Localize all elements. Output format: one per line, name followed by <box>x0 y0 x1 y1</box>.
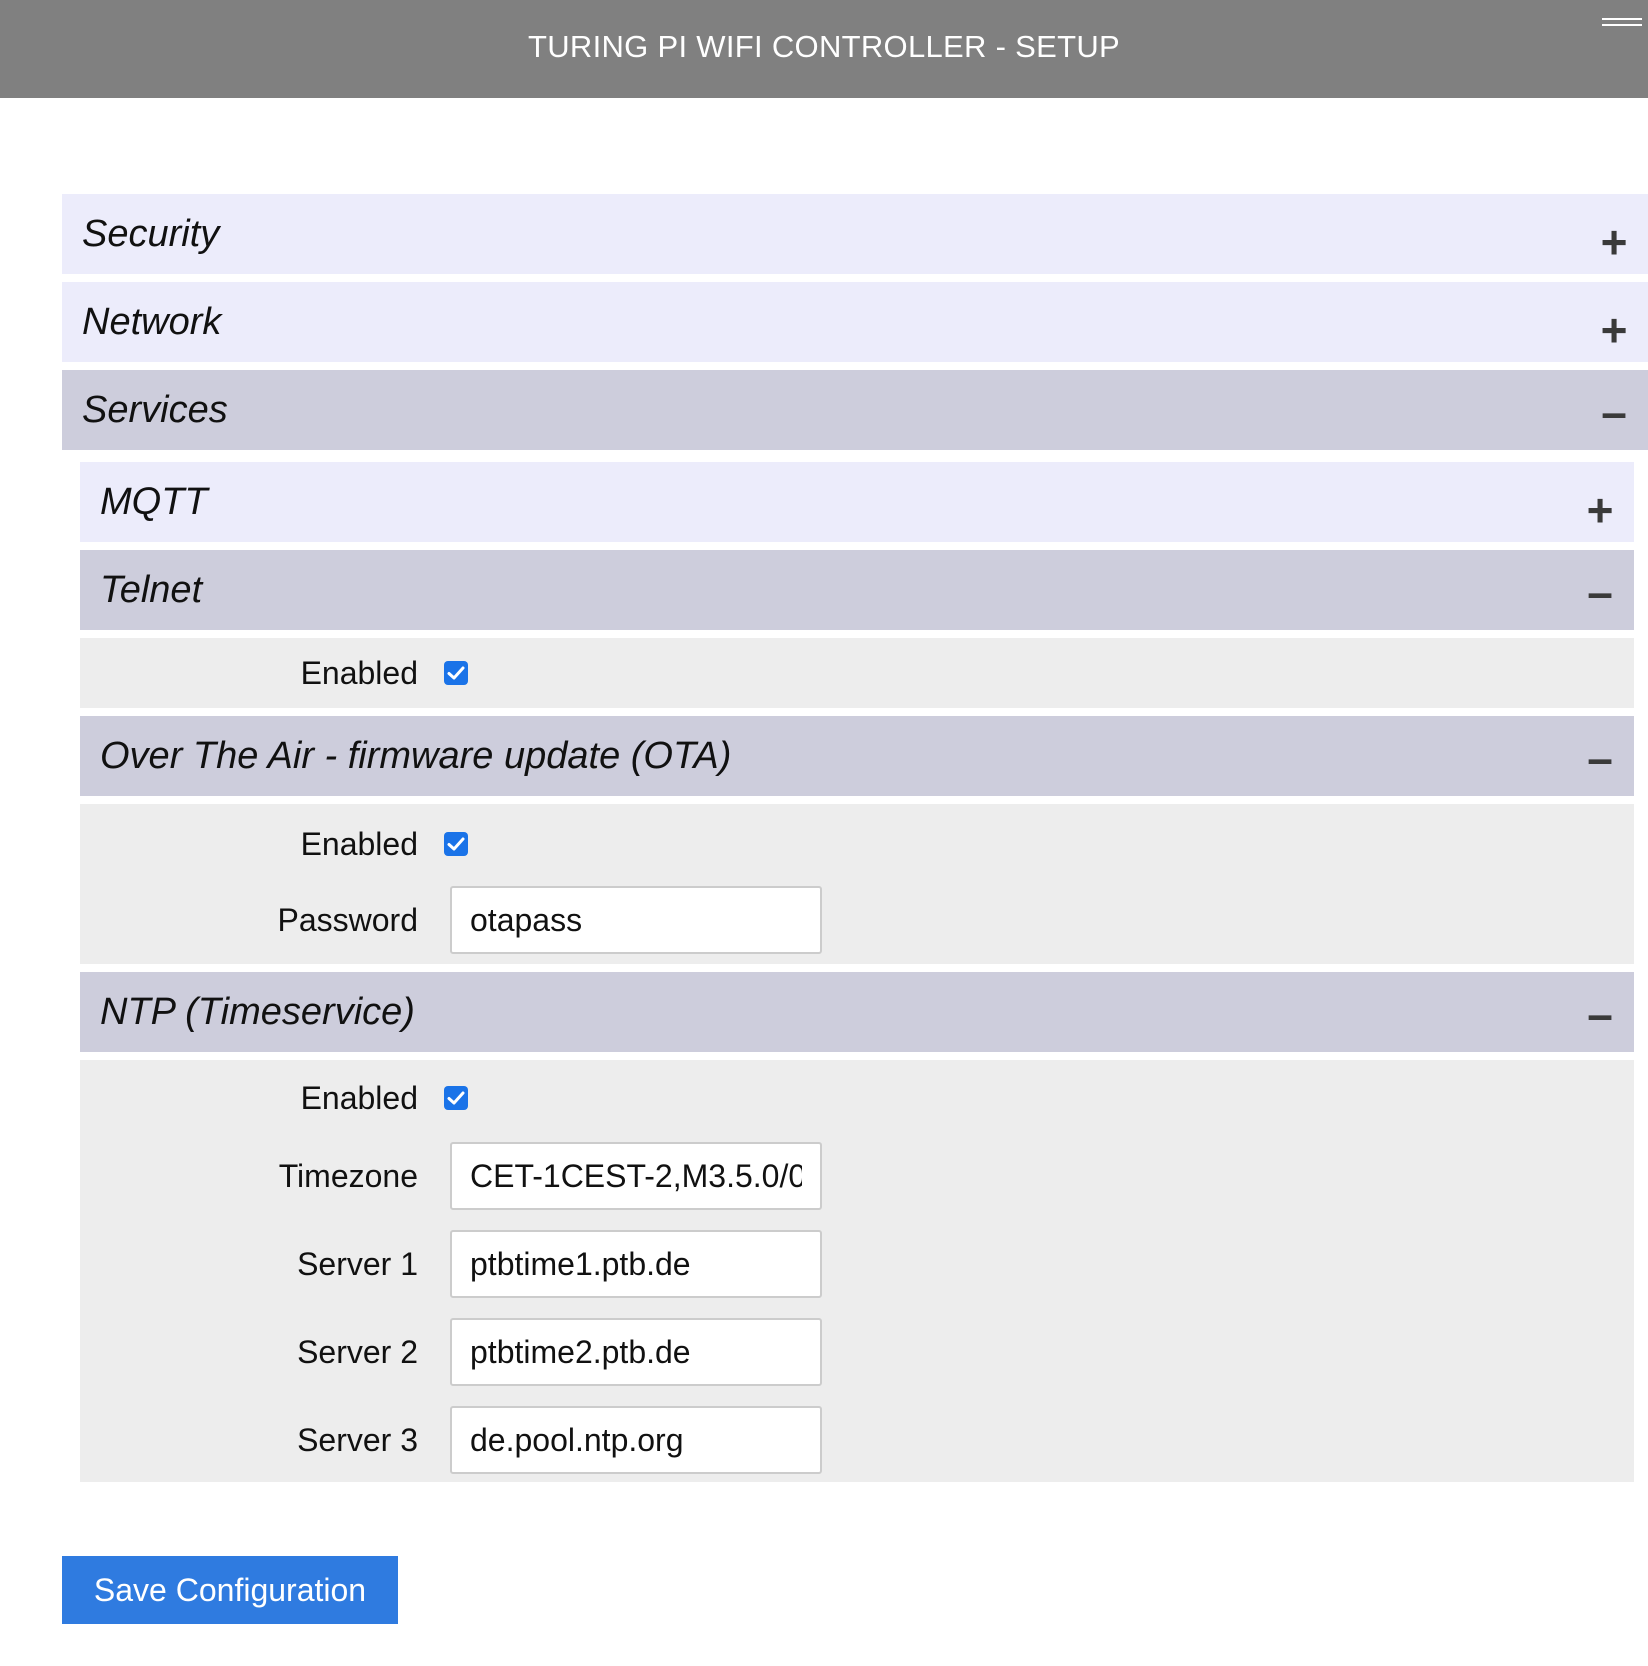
checkmark-icon <box>447 666 465 680</box>
ntp-server2-label: Server 2 <box>297 1334 418 1370</box>
expand-plus-icon: + <box>1586 484 1614 536</box>
ntp-enabled-label: Enabled <box>300 1080 418 1116</box>
settings-content: Security + Network + Services – MQTT + T… <box>62 194 1648 1490</box>
ntp-server1-input[interactable] <box>450 1230 822 1298</box>
hamburger-menu-icon[interactable] <box>1602 18 1642 32</box>
subsection-mqtt-header[interactable]: MQTT + <box>80 462 1634 542</box>
save-configuration-button[interactable]: Save Configuration <box>62 1556 398 1624</box>
ntp-server2-input[interactable] <box>450 1318 822 1386</box>
telnet-enabled-label: Enabled <box>300 655 418 691</box>
ota-panel: Enabled Password <box>80 804 1634 964</box>
section-security-header[interactable]: Security + <box>62 194 1648 274</box>
telnet-enabled-checkbox[interactable] <box>444 661 468 685</box>
checkmark-icon <box>447 1091 465 1105</box>
section-services-header[interactable]: Services – <box>62 370 1648 450</box>
collapse-minus-icon: – <box>1587 732 1613 784</box>
ntp-timezone-input[interactable] <box>450 1142 822 1210</box>
section-network-header[interactable]: Network + <box>62 282 1648 362</box>
ntp-panel: Enabled Timezone Server 1 Server 2 <box>80 1060 1634 1482</box>
ntp-timezone-label: Timezone <box>278 1158 418 1194</box>
subsection-ntp-header[interactable]: NTP (Timeservice) – <box>80 972 1634 1052</box>
page-title: TURING PI WIFI CONTROLLER - SETUP <box>527 29 1121 64</box>
ota-enabled-checkbox[interactable] <box>444 832 468 856</box>
services-subsections: MQTT + Telnet – Enabled Over The Air - f… <box>80 462 1634 1482</box>
telnet-panel: Enabled <box>80 638 1634 708</box>
collapse-minus-icon: – <box>1587 566 1613 618</box>
subsection-ota-title: Over The Air - firmware update (OTA) <box>100 735 732 777</box>
subsection-ota-header[interactable]: Over The Air - firmware update (OTA) – <box>80 716 1634 796</box>
ota-enabled-label: Enabled <box>300 826 418 862</box>
checkmark-icon <box>447 837 465 851</box>
ntp-server1-label: Server 1 <box>297 1246 418 1282</box>
section-security-title: Security <box>82 213 220 255</box>
subsection-telnet-header[interactable]: Telnet – <box>80 550 1634 630</box>
section-services-title: Services <box>82 389 228 431</box>
ntp-server3-input[interactable] <box>450 1406 822 1474</box>
ota-password-input[interactable] <box>450 886 822 954</box>
ntp-enabled-checkbox[interactable] <box>444 1086 468 1110</box>
ntp-server3-label: Server 3 <box>297 1422 418 1458</box>
ota-password-label: Password <box>277 902 419 938</box>
expand-plus-icon: + <box>1600 216 1628 268</box>
subsection-mqtt-title: MQTT <box>100 481 208 523</box>
section-network-title: Network <box>82 301 222 343</box>
collapse-minus-icon: – <box>1601 386 1627 438</box>
top-bar: TURING PI WIFI CONTROLLER - SETUP <box>0 0 1648 98</box>
subsection-telnet-title: Telnet <box>100 569 203 611</box>
subsection-ntp-title: NTP (Timeservice) <box>100 991 415 1033</box>
collapse-minus-icon: – <box>1587 988 1613 1040</box>
expand-plus-icon: + <box>1600 304 1628 356</box>
